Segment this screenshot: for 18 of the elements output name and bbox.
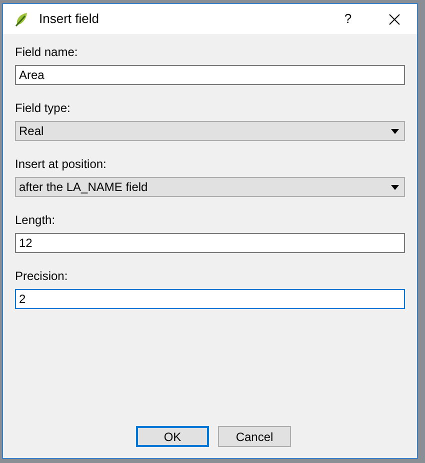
field-label: Precision: <box>15 269 68 283</box>
dialog-button[interactable]: Cancel <box>218 426 291 447</box>
dropdown[interactable]: after the LA_NAME field <box>15 177 405 197</box>
dropdown-arrow-icon <box>391 184 399 190</box>
dropdown-arrow-icon <box>391 128 399 134</box>
input-field[interactable]: 12 <box>15 233 405 253</box>
field-label: Length: <box>15 213 56 227</box>
input-field[interactable]: 2 <box>15 289 405 309</box>
dialog-button[interactable]: OK <box>136 426 209 447</box>
close-icon <box>388 14 400 24</box>
dropdown[interactable]: Real <box>15 121 405 141</box>
field-label: Insert at position: <box>15 157 106 171</box>
field-label: Field type: <box>15 101 70 115</box>
field-label: Field name: <box>15 45 78 59</box>
input-field[interactable]: Area <box>15 65 405 85</box>
help-button[interactable]: ? <box>325 4 371 34</box>
leaf-icon <box>13 11 29 27</box>
window-title: Insert field <box>39 10 99 28</box>
